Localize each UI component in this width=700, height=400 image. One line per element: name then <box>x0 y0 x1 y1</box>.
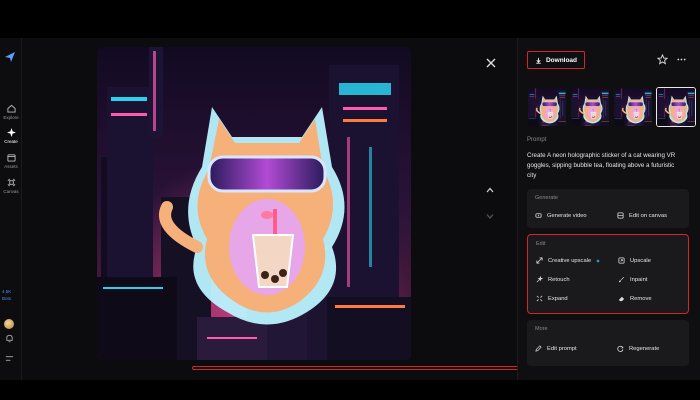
expand-icon <box>536 295 543 302</box>
sidebar-item-canvas[interactable]: Canvas <box>0 178 22 194</box>
bottom-bar <box>0 380 700 400</box>
video-icon <box>535 213 542 218</box>
remove-button[interactable]: Remove <box>618 295 652 302</box>
close-icon[interactable] <box>484 56 498 70</box>
thumbnail-image <box>657 88 695 126</box>
thumbnail-2[interactable] <box>570 87 610 127</box>
generate-heading: Generate <box>535 195 558 201</box>
upscale-icon <box>618 257 625 264</box>
upscale-sparkle-icon <box>536 257 543 264</box>
pencil-icon <box>535 345 542 352</box>
bell-icon[interactable] <box>5 334 14 343</box>
app-window: Explore Create Assets Canvas 4.5K Bots D… <box>0 38 700 380</box>
browser-top-bar <box>0 0 700 38</box>
credits-label: Bots <box>2 296 12 301</box>
star-icon[interactable] <box>657 54 668 65</box>
chevron-down-icon[interactable] <box>484 210 496 222</box>
prompt-text: Create A neon holographic sticker of a c… <box>527 152 676 179</box>
sidebar-item-label: Canvas <box>3 189 19 194</box>
eraser-icon <box>618 296 625 302</box>
more-options-icon[interactable] <box>676 54 687 65</box>
edit-heading: Edit <box>536 241 546 247</box>
generate-section: Generate Generate video Edit on canvas <box>527 189 689 228</box>
upscale-button[interactable]: Upscale <box>618 257 651 264</box>
sidebar-item-label: Explore <box>3 115 19 120</box>
thumbnail-3[interactable] <box>613 87 653 127</box>
thumbnail-1[interactable] <box>527 87 567 127</box>
download-icon <box>536 57 541 64</box>
action-label: Regenerate <box>629 345 660 352</box>
variation-thumbnails <box>527 87 696 127</box>
retouch-button[interactable]: Retouch <box>536 276 570 283</box>
left-sidebar: Explore Create Assets Canvas 4.5K Bots <box>0 38 22 380</box>
generate-video-button[interactable]: Generate video <box>535 212 587 219</box>
edit-prompt-button[interactable]: Edit prompt <box>535 345 577 352</box>
chevron-up-icon[interactable] <box>484 184 496 196</box>
home-icon <box>6 104 16 113</box>
thumbnail-4[interactable] <box>656 87 696 127</box>
download-label: Download <box>545 56 578 64</box>
action-label: Generate video <box>547 212 587 219</box>
cat-sticker-image <box>97 47 411 360</box>
more-section: More Edit prompt Regenerate <box>527 320 689 366</box>
highlight-box <box>192 366 546 370</box>
credits-value: 4.5K <box>2 289 12 294</box>
folder-icon <box>6 154 16 162</box>
canvas-icon <box>7 178 15 187</box>
generated-image[interactable] <box>97 47 411 360</box>
credits-indicator[interactable]: 4.5K Bots <box>2 288 22 302</box>
thumbnail-image <box>614 88 652 126</box>
action-label: Edit on canvas <box>629 212 668 219</box>
action-label: Upscale <box>630 257 651 264</box>
action-label: Inpaint <box>630 276 648 283</box>
edit-on-canvas-button[interactable]: Edit on canvas <box>617 212 667 219</box>
user-avatar[interactable] <box>4 319 14 329</box>
creative-upscale-button[interactable]: Creative upscale <box>536 257 601 264</box>
sidebar-item-assets[interactable]: Assets <box>0 153 22 169</box>
refresh-icon <box>617 345 624 352</box>
action-label: Expand <box>548 295 568 302</box>
thumbnail-image <box>528 88 566 126</box>
regenerate-button[interactable]: Regenerate <box>617 345 659 352</box>
action-label: Edit prompt <box>547 345 577 352</box>
action-label: Retouch <box>548 276 570 283</box>
sidebar-item-label: Create <box>4 139 18 144</box>
canvas-icon <box>617 212 624 219</box>
inpaint-button[interactable]: Inpaint <box>618 276 647 283</box>
sidebar-item-create[interactable]: Create <box>0 128 22 144</box>
expand-button[interactable]: Expand <box>536 295 568 302</box>
retouch-icon <box>536 276 543 283</box>
menu-icon[interactable] <box>5 354 14 363</box>
action-label: Remove <box>630 295 652 302</box>
app-logo-icon[interactable] <box>3 50 17 64</box>
download-button[interactable]: Download <box>527 51 585 69</box>
prompt-heading: Prompt <box>527 137 547 143</box>
sidebar-item-explore[interactable]: Explore <box>0 104 22 120</box>
premium-sparkle-icon <box>596 258 601 263</box>
brush-icon <box>618 276 625 283</box>
sidebar-item-label: Assets <box>4 164 18 169</box>
action-label: Creative upscale <box>548 257 592 264</box>
details-panel: Download Prompt Create A neon holographi… <box>517 38 700 380</box>
thumbnail-image <box>571 88 609 126</box>
more-heading: More <box>535 326 548 332</box>
edit-section: Edit Creative upscale Upscale Retouch In… <box>527 234 689 314</box>
sparkle-icon <box>6 128 16 137</box>
